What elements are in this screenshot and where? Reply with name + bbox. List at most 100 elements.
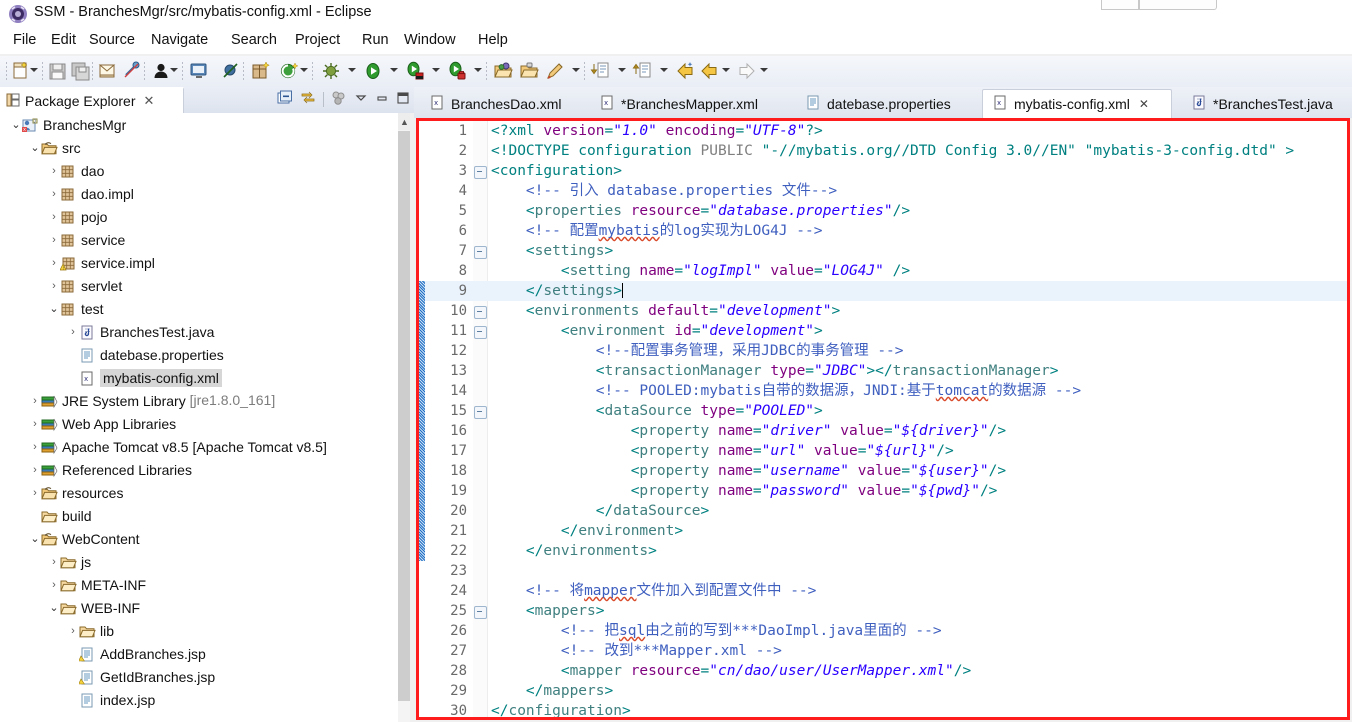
- quickfix-icon[interactable]: [544, 60, 566, 82]
- tree-item[interactable]: › dao: [0, 159, 396, 182]
- link-with-editor-icon[interactable]: [300, 90, 316, 109]
- back-icon[interactable]: [674, 60, 696, 82]
- chevron-right-icon[interactable]: ›: [48, 551, 60, 574]
- code-line[interactable]: 20 </dataSource>: [419, 501, 1347, 521]
- chevron-right-icon[interactable]: ›: [29, 390, 41, 413]
- menu-item-project[interactable]: Project: [290, 31, 345, 49]
- chevron-right-icon[interactable]: ›: [48, 183, 60, 206]
- fold-toggle-icon[interactable]: [474, 406, 487, 419]
- window-control-right[interactable]: [1139, 0, 1217, 10]
- code-line[interactable]: 28 <mapper resource="cn/dao/user/UserMap…: [419, 661, 1347, 681]
- package-explorer-tree[interactable]: ⌄ Jx BranchesMgr ⌄ src › dao › dao.impl › pojo › ser…: [0, 113, 414, 722]
- view-menu-icon[interactable]: [354, 91, 368, 108]
- tree-item[interactable]: ⌄ Jx BranchesMgr: [0, 113, 396, 136]
- focus-on-active-task-icon[interactable]: [331, 90, 347, 109]
- tree-item[interactable]: ⌄ test: [0, 297, 396, 320]
- coverage-icon[interactable]: [278, 60, 300, 82]
- open-type-icon[interactable]: [492, 60, 514, 82]
- tree-item[interactable]: › servlet: [0, 274, 396, 297]
- console-icon[interactable]: [188, 60, 210, 82]
- code-line[interactable]: 16 <property name="driver" value="${driv…: [419, 421, 1347, 441]
- code-line[interactable]: 30 </configuration>: [419, 701, 1347, 717]
- tree-item[interactable]: › Web App Libraries: [0, 412, 396, 435]
- chevron-right-icon[interactable]: ›: [48, 574, 60, 597]
- person-icon[interactable]: [150, 60, 172, 82]
- code-line[interactable]: 2 <!DOCTYPE configuration PUBLIC "-//myba…: [419, 141, 1347, 161]
- menu-item-help[interactable]: Help: [473, 31, 513, 49]
- skip-breakpoints-icon[interactable]: [220, 60, 242, 82]
- chevron-right-icon[interactable]: ›: [67, 620, 79, 643]
- fold-toggle-icon[interactable]: [474, 326, 487, 339]
- code-line[interactable]: 19 <property name="password" value="${pw…: [419, 481, 1347, 501]
- chevron-right-icon[interactable]: ›: [29, 482, 41, 505]
- code-line[interactable]: 10 <environments default="development">: [419, 301, 1347, 321]
- forward-icon[interactable]: [736, 60, 758, 82]
- code-line[interactable]: 27 <!-- 改到***Mapper.xml -->: [419, 641, 1347, 661]
- tree-item[interactable]: › Referenced Libraries: [0, 458, 396, 481]
- tree-item[interactable]: build: [0, 504, 396, 527]
- minimize-icon[interactable]: [375, 91, 389, 108]
- code-line[interactable]: 22 </environments>: [419, 541, 1347, 561]
- code-line[interactable]: 17 <property name="url" value="${url}"/>: [419, 441, 1347, 461]
- toolbar-dropdown-arrow[interactable]: [760, 68, 768, 72]
- fold-toggle-icon[interactable]: [474, 306, 487, 319]
- toolbar-dropdown-arrow[interactable]: [170, 68, 178, 72]
- fold-toggle-icon[interactable]: [474, 246, 487, 259]
- tree-item[interactable]: › resources: [0, 481, 396, 504]
- next-annotation-icon[interactable]: [590, 60, 612, 82]
- code-line[interactable]: 8 <setting name="logImpl" value="LOG4J" …: [419, 261, 1347, 281]
- code-line[interactable]: 14 <!-- POOLED:mybatis自带的数据源，JNDI:基于tomc…: [419, 381, 1347, 401]
- tree-item[interactable]: index.jsp: [0, 688, 396, 711]
- run-last-icon[interactable]: [446, 60, 468, 82]
- tree-item[interactable]: › lib: [0, 619, 396, 642]
- close-icon[interactable]: ✕: [144, 93, 155, 109]
- chevron-down-icon[interactable]: ⌄: [29, 528, 41, 551]
- collapse-all-icon[interactable]: [277, 90, 293, 109]
- chevron-right-icon[interactable]: ›: [48, 229, 60, 252]
- menu-item-window[interactable]: Window: [399, 31, 461, 49]
- menu-item-search[interactable]: Search: [226, 31, 282, 49]
- forward-back-icon[interactable]: [698, 60, 720, 82]
- tree-item[interactable]: › js: [0, 550, 396, 573]
- tree-item[interactable]: › META-INF: [0, 573, 396, 596]
- editor-tab[interactable]: x *BranchesMapper.xml: [590, 90, 786, 118]
- fold-toggle-icon[interactable]: [474, 606, 487, 619]
- code-line[interactable]: 26 <!-- 把sql由之前的写到***DaoImpl.java里面的 -->: [419, 621, 1347, 641]
- tree-item[interactable]: GetIdBranches.jsp: [0, 665, 396, 688]
- editor-tab[interactable]: *BranchesTest.java: [1182, 90, 1352, 118]
- previous-annotation-icon[interactable]: [632, 60, 654, 82]
- tree-item[interactable]: › JRE System Library [jre1.8.0_161]: [0, 389, 396, 412]
- tree-item[interactable]: › pojo: [0, 205, 396, 228]
- tree-item[interactable]: AddBranches.jsp: [0, 642, 396, 665]
- chevron-right-icon[interactable]: ›: [29, 413, 41, 436]
- code-line[interactable]: 3 <configuration>: [419, 161, 1347, 181]
- chevron-right-icon[interactable]: ›: [48, 160, 60, 183]
- maximize-icon[interactable]: [396, 91, 410, 108]
- menu-item-navigate[interactable]: Navigate: [146, 31, 213, 49]
- toolbar-dropdown-arrow[interactable]: [432, 68, 440, 72]
- tab-package-explorer[interactable]: Package Explorer ✕: [0, 87, 184, 113]
- menu-item-run[interactable]: Run: [357, 31, 394, 49]
- chevron-right-icon[interactable]: ›: [48, 252, 60, 275]
- editor-tab-active[interactable]: x mybatis-config.xml ✕: [982, 89, 1172, 118]
- tree-item[interactable]: › dao.impl: [0, 182, 396, 205]
- fold-toggle-icon[interactable]: [474, 166, 487, 179]
- toolbar-dropdown-arrow[interactable]: [30, 68, 38, 72]
- new-package-icon[interactable]: [250, 60, 272, 82]
- menu-item-file[interactable]: File: [8, 31, 41, 49]
- code-line[interactable]: 6 <!-- 配置mybatis的log实现为LOG4J -->: [419, 221, 1347, 241]
- chevron-down-icon[interactable]: ⌄: [48, 597, 60, 620]
- run-external-icon[interactable]: [404, 60, 426, 82]
- menu-item-edit[interactable]: Edit: [46, 31, 81, 49]
- code-line[interactable]: 5 <properties resource="database.propert…: [419, 201, 1347, 221]
- toolbar-dropdown-arrow[interactable]: [300, 68, 308, 72]
- code-line[interactable]: 18 <property name="username" value="${us…: [419, 461, 1347, 481]
- save-all-icon[interactable]: [70, 60, 92, 82]
- chevron-right-icon[interactable]: ›: [29, 459, 41, 482]
- link-editor-icon[interactable]: [121, 60, 143, 82]
- window-control-left[interactable]: [1101, 0, 1139, 10]
- code-line[interactable]: 13 <transactionManager type="JDBC"></tra…: [419, 361, 1347, 381]
- code-line[interactable]: 21 </environment>: [419, 521, 1347, 541]
- tree-item[interactable]: › BranchesTest.java: [0, 320, 396, 343]
- run-icon[interactable]: [362, 60, 384, 82]
